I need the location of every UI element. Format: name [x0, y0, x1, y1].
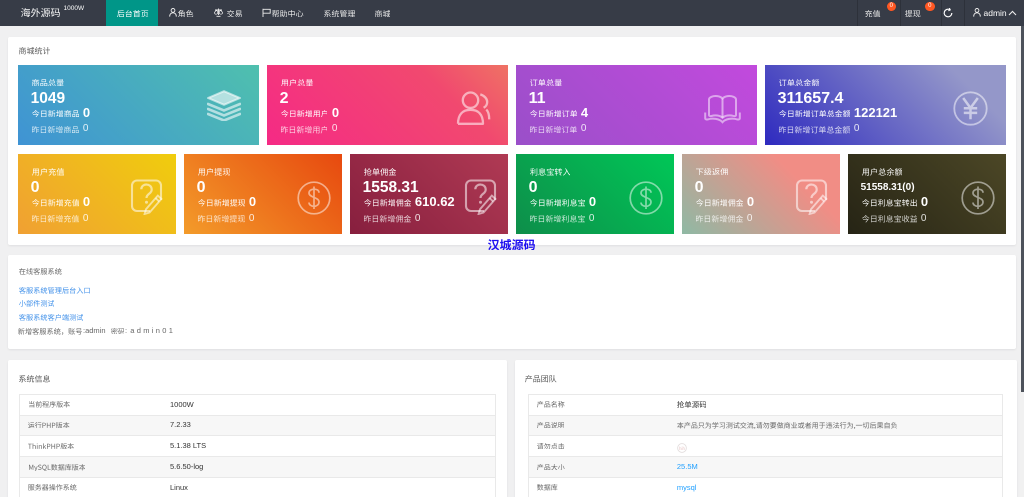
svg-text:hih: hih — [679, 445, 686, 450]
